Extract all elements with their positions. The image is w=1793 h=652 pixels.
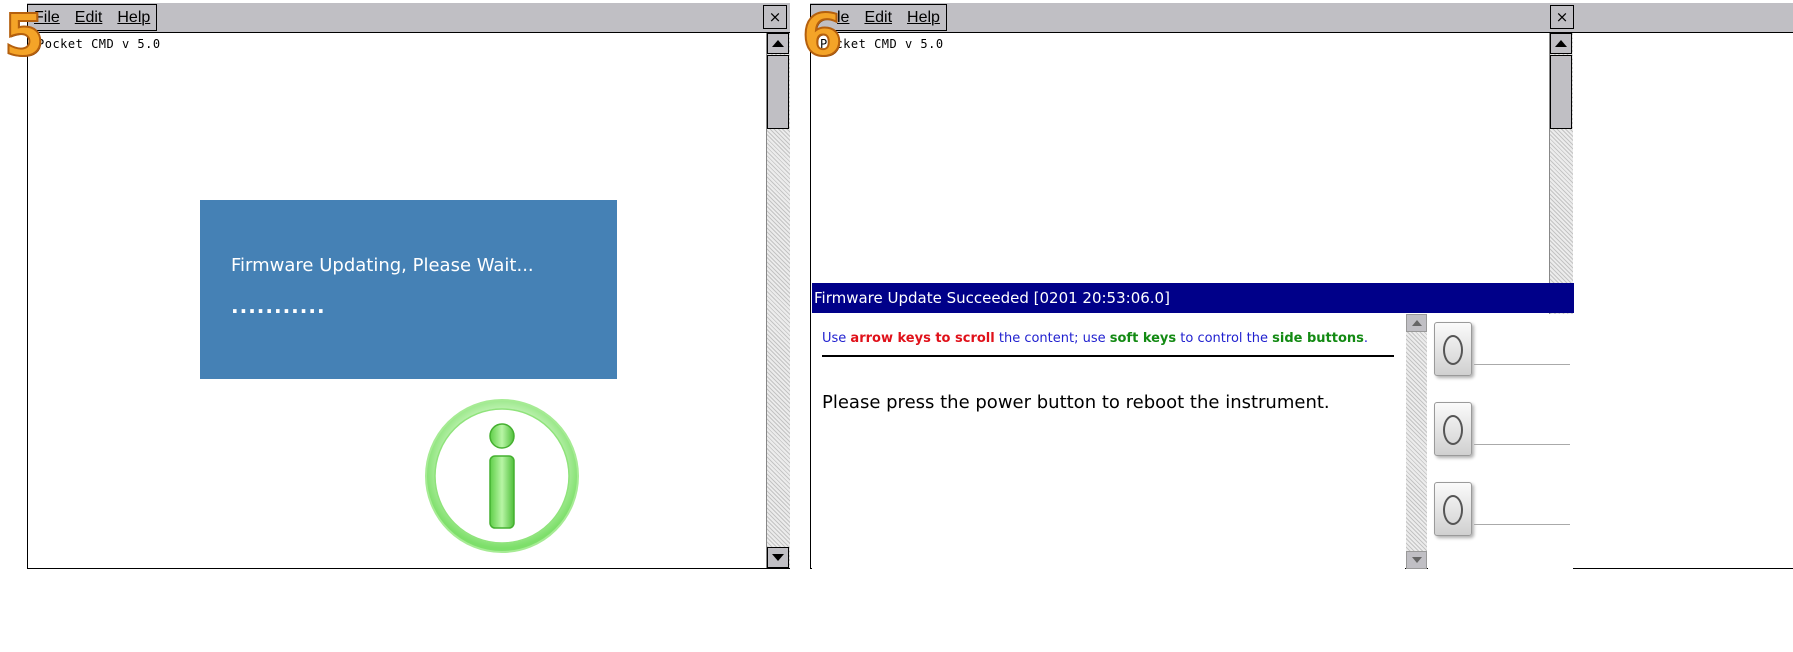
close-button[interactable]: × [1550,5,1574,29]
reboot-message: Please press the power button to reboot … [822,392,1330,413]
pocket-cmd-window-succeeded: le Edit Help × P cket CMD v 5.0 Firmware… [810,3,1793,569]
scroll-down-button[interactable] [767,547,789,568]
scroll-up-arrow-icon [1555,40,1567,47]
info-icon [425,399,579,553]
scroll-down-arrow-icon [772,554,784,561]
side-button-3[interactable] [1430,474,1570,546]
vertical-scrollbar[interactable] [766,33,790,568]
side-button-2[interactable] [1430,394,1570,466]
dialog-scrollbar[interactable] [1406,314,1427,569]
step-badge-5: 5 [3,1,45,69]
softkey-button-icon [1434,402,1472,456]
scroll-up-arrow-icon [772,40,784,47]
softkey-button-icon [1434,482,1472,536]
pocket-cmd-window-updating: File Edit Help × Pocket CMD v 5.0 Firmwa… [27,3,790,569]
close-button[interactable]: × [763,5,787,29]
menu-help[interactable]: Help [117,9,150,27]
divider [1474,524,1570,525]
menu-box: File Edit Help [27,4,158,31]
console-area: Pocket CMD v 5.0 Firmware Updating, Plea… [27,33,790,569]
dialog-scroll-down-button[interactable] [1406,551,1427,569]
menu-help[interactable]: Help [907,9,940,27]
navigation-hint: Use arrow keys to scroll the content; us… [822,331,1369,346]
progress-dots: ........... [231,294,326,318]
softkey-button-icon [1434,322,1472,376]
scroll-up-button[interactable] [1550,33,1572,54]
close-icon: × [1555,8,1569,26]
dialog-title-bar: Firmware Update Succeeded [0201 20:53:06… [812,283,1574,313]
menu-edit[interactable]: Edit [75,9,103,27]
close-icon: × [768,8,782,26]
firmware-updating-panel: Firmware Updating, Please Wait... ......… [200,200,617,379]
dialog-scroll-up-button[interactable] [1406,314,1427,332]
scroll-up-button[interactable] [767,33,789,54]
firmware-updating-message: Firmware Updating, Please Wait... [231,255,534,276]
step-badge-6: 6 [801,1,843,69]
menu-bar: File Edit Help × [27,3,790,33]
scroll-up-arrow-icon [1411,320,1422,326]
menu-edit[interactable]: Edit [864,9,892,27]
side-button-1[interactable] [1430,314,1570,386]
scroll-thumb[interactable] [767,55,789,129]
console-version-line: Pocket CMD v 5.0 [37,37,161,51]
dialog-body: Use arrow keys to scroll the content; us… [812,314,1405,569]
divider [822,355,1394,357]
scroll-down-arrow-icon [1411,557,1422,563]
divider [1474,444,1570,445]
side-buttons-panel [1428,314,1573,569]
menu-bar: le Edit Help × [810,3,1793,33]
divider [1474,364,1570,365]
scroll-thumb[interactable] [1550,55,1572,129]
